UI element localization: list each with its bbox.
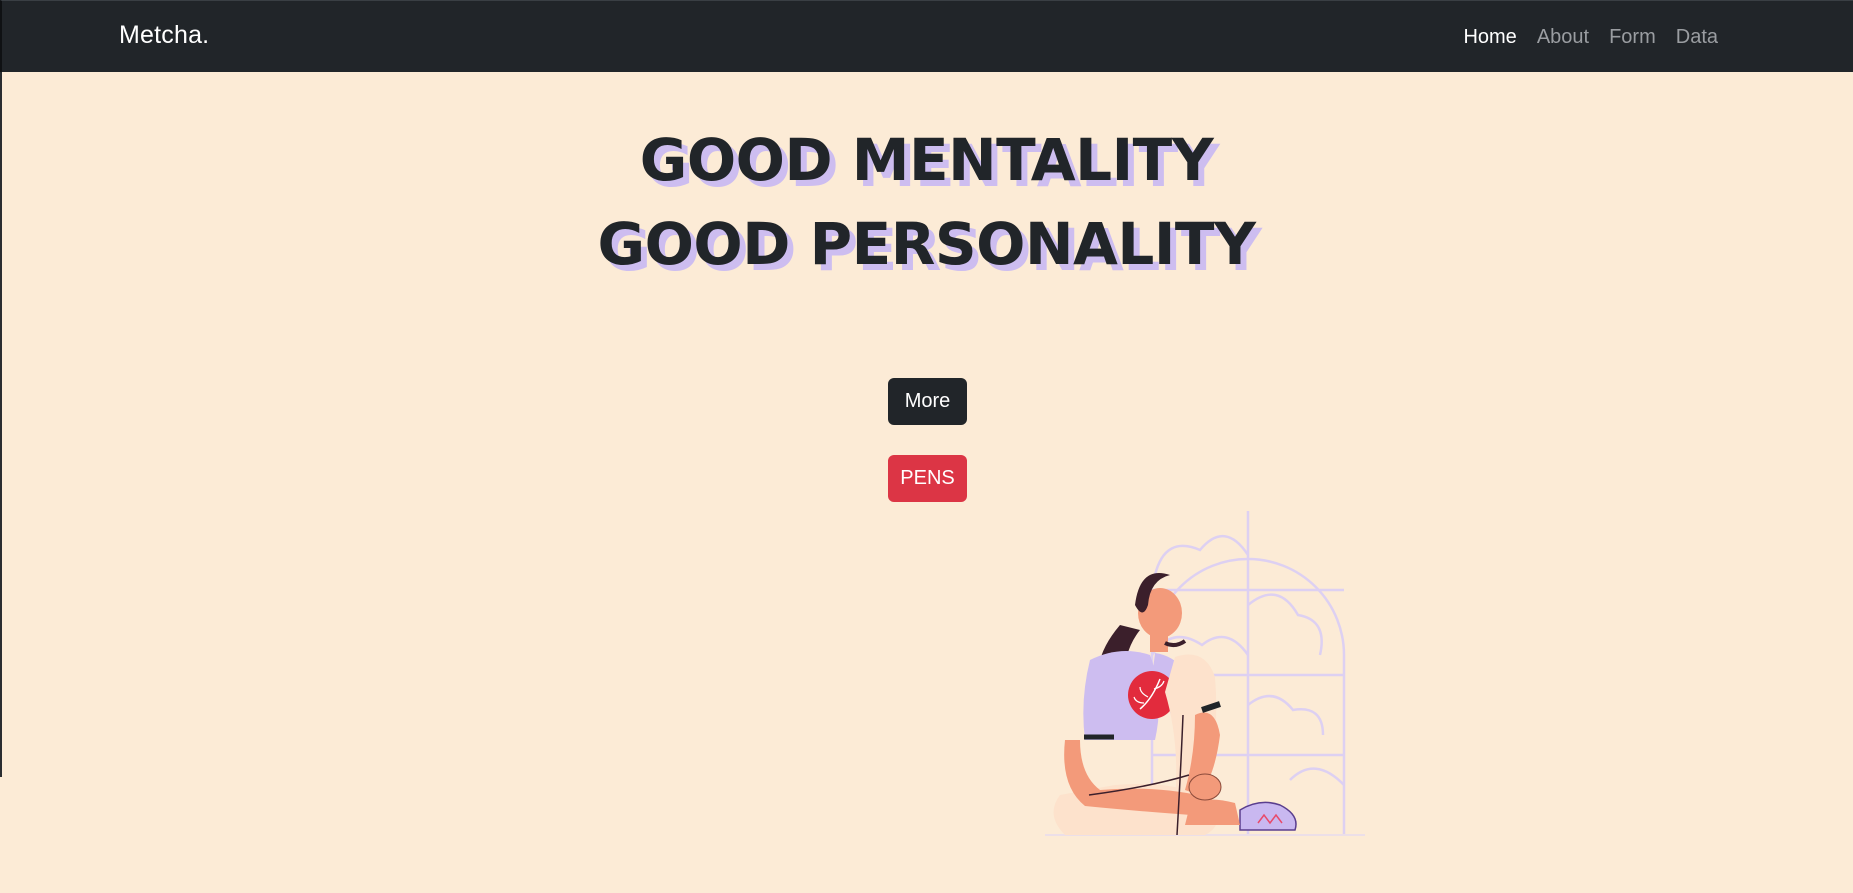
- woman-sitting-illustration: [1045, 511, 1365, 836]
- nav-link-data[interactable]: Data: [1666, 24, 1728, 50]
- headline-line-2: GOOD PERSONALITY: [597, 210, 1256, 278]
- more-button[interactable]: More: [888, 378, 967, 425]
- headline-line-1: GOOD MENTALITY: [639, 126, 1214, 194]
- top-navbar: Metcha. Home About Form Data: [0, 0, 1853, 72]
- nav-link-about[interactable]: About: [1527, 24, 1599, 50]
- nav-links: Home About Form Data: [1453, 24, 1728, 50]
- hero-headline: GOOD MENTALITY GOOD PERSONALITY: [0, 118, 1853, 286]
- nav-link-home[interactable]: Home: [1453, 24, 1526, 50]
- nav-link-form[interactable]: Form: [1599, 24, 1666, 50]
- pens-button[interactable]: PENS: [888, 455, 967, 502]
- brand-logo[interactable]: Metcha.: [119, 21, 209, 50]
